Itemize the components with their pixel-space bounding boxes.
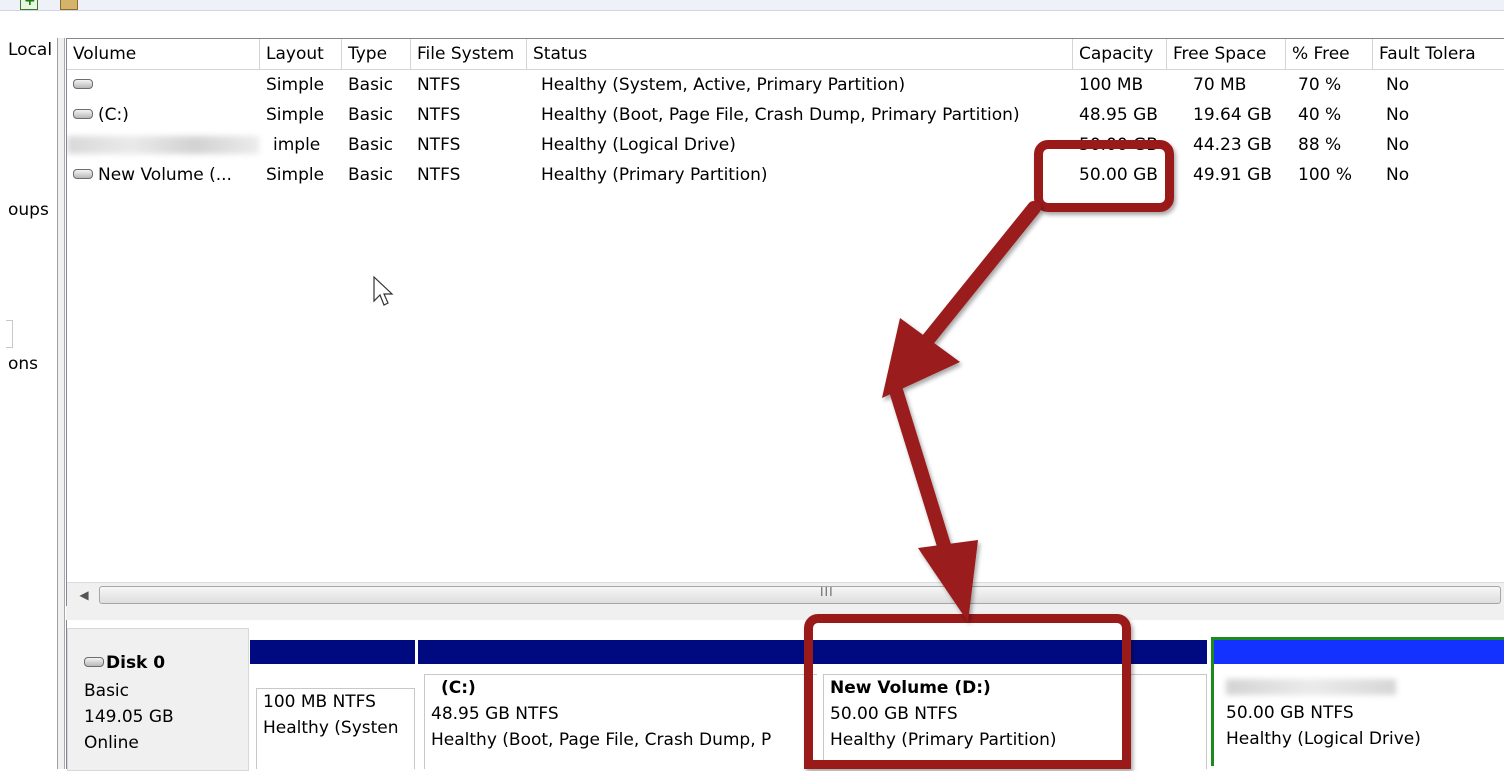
nav-item-groups[interactable]: oups (8, 200, 49, 220)
cell-capacity: 100 MB (1079, 75, 1144, 95)
table-row[interactable]: imple Basic NTFS Healthy (Logical Drive)… (67, 130, 1504, 160)
cell-free-space: 44.23 GB (1193, 135, 1272, 155)
cell-capacity: 48.95 GB (1079, 105, 1158, 125)
cell-free-space: 70 MB (1193, 75, 1247, 95)
cell-status: Healthy (Boot, Page File, Crash Dump, Pr… (541, 105, 1020, 125)
column-type[interactable]: Type (342, 39, 411, 69)
capacity-highlight-box (1034, 140, 1174, 212)
disk-icon (84, 657, 104, 667)
toolbar (0, 0, 1504, 11)
cell-file-system: NTFS (417, 165, 461, 185)
table-row[interactable]: (C:) Simple Basic NTFS Healthy (Boot, Pa… (67, 100, 1504, 130)
cell-percent-free: 100 % (1298, 165, 1353, 185)
column-file-system[interactable]: File System (411, 39, 527, 69)
disk-size: 149.05 GB (84, 707, 174, 727)
properties-icon[interactable] (60, 0, 78, 10)
column-percent-free[interactable]: % Free (1286, 39, 1373, 69)
cell-type: Basic (348, 105, 394, 125)
cell-layout: Simple (266, 75, 325, 95)
column-free-space[interactable]: Free Space (1167, 39, 1286, 69)
partition-bar (250, 640, 415, 664)
cell-file-system: NTFS (417, 105, 461, 125)
scroll-thumb[interactable]: III (99, 585, 1501, 604)
table-row[interactable]: New Volume (... Simple Basic NTFS Health… (67, 160, 1504, 190)
scroll-grip: III (820, 585, 834, 599)
cell-file-system: NTFS (417, 135, 461, 155)
nav-scroll-stub (6, 320, 13, 348)
new-volume-highlight-box (804, 614, 1131, 769)
mouse-cursor-icon (373, 275, 394, 306)
cell-fault-tolerance: No (1386, 105, 1410, 125)
drive-icon (73, 169, 93, 179)
cell-fault-tolerance: No (1386, 165, 1410, 185)
table-row[interactable]: Simple Basic NTFS Healthy (System, Activ… (67, 70, 1504, 100)
column-header-row: Volume Layout Type File System Status Ca… (67, 39, 1504, 70)
cell-status: Healthy (Logical Drive) (541, 135, 736, 155)
volume-name: New Volume (... (98, 165, 232, 185)
column-layout[interactable]: Layout (260, 39, 342, 69)
cell-fault-tolerance: No (1386, 75, 1410, 95)
volume-name: (C:) (98, 105, 129, 125)
cell-status: Healthy (Primary Partition) (541, 165, 768, 185)
column-fault-tolerance[interactable]: Fault Tolera (1373, 39, 1504, 69)
add-icon[interactable] (20, 0, 38, 10)
partition-system[interactable]: 100 MB NTFS Healthy (Systen (250, 640, 415, 769)
cell-file-system: NTFS (417, 75, 461, 95)
horizontal-splitter[interactable] (66, 606, 1504, 621)
volume-list: Volume Layout Type File System Status Ca… (66, 38, 1504, 608)
column-status[interactable]: Status (527, 39, 1073, 69)
horizontal-scrollbar[interactable]: ◀ III (67, 582, 1504, 607)
scroll-left-arrow[interactable]: ◀ (73, 586, 95, 604)
cell-type: Basic (348, 75, 394, 95)
cell-layout: Simple (266, 165, 325, 185)
cell-layout: Simple (266, 105, 325, 125)
column-capacity[interactable]: Capacity (1073, 39, 1167, 69)
disk-name: Disk 0 (84, 653, 165, 673)
cell-percent-free: 40 % (1298, 105, 1342, 125)
partition-status: Healthy (Systen (263, 718, 399, 738)
cell-free-space: 19.64 GB (1193, 105, 1272, 125)
redacted-partition-title (1226, 674, 1504, 700)
partition-bar (1214, 640, 1504, 664)
cell-free-space: 49.91 GB (1193, 165, 1272, 185)
cell-type: Basic (348, 135, 394, 155)
drive-icon (73, 79, 93, 89)
pane-splitter[interactable] (58, 38, 65, 769)
partition-status: Healthy (Logical Drive) (1226, 729, 1421, 749)
partition-size: 100 MB NTFS (263, 692, 376, 712)
disk-info[interactable]: Disk 0 Basic 149.05 GB Online (67, 628, 249, 771)
partition-size: 50.00 GB NTFS (1226, 703, 1354, 723)
drive-icon (73, 109, 93, 119)
partition-logical[interactable]: 50.00 GB NTFS Healthy (Logical Drive) (1211, 637, 1504, 766)
left-nav-pane: Local oups ons (0, 38, 58, 769)
nav-item-local[interactable]: Local (8, 40, 52, 60)
cell-type: Basic (348, 165, 394, 185)
cell-layout: imple (273, 135, 321, 155)
cell-percent-free: 70 % (1298, 75, 1342, 95)
disk-name-label: Disk 0 (106, 653, 166, 673)
cell-percent-free: 88 % (1298, 135, 1342, 155)
cell-fault-tolerance: No (1386, 135, 1410, 155)
nav-item-actions[interactable]: ons (8, 354, 38, 374)
disk-status: Online (84, 733, 139, 753)
disk-map: Disk 0 Basic 149.05 GB Online 100 MB NTF… (66, 620, 1504, 771)
column-volume[interactable]: Volume (67, 39, 260, 69)
redacted-volume-name (67, 136, 259, 154)
cell-status: Healthy (System, Active, Primary Partiti… (541, 75, 906, 95)
disk-type: Basic (84, 681, 130, 701)
